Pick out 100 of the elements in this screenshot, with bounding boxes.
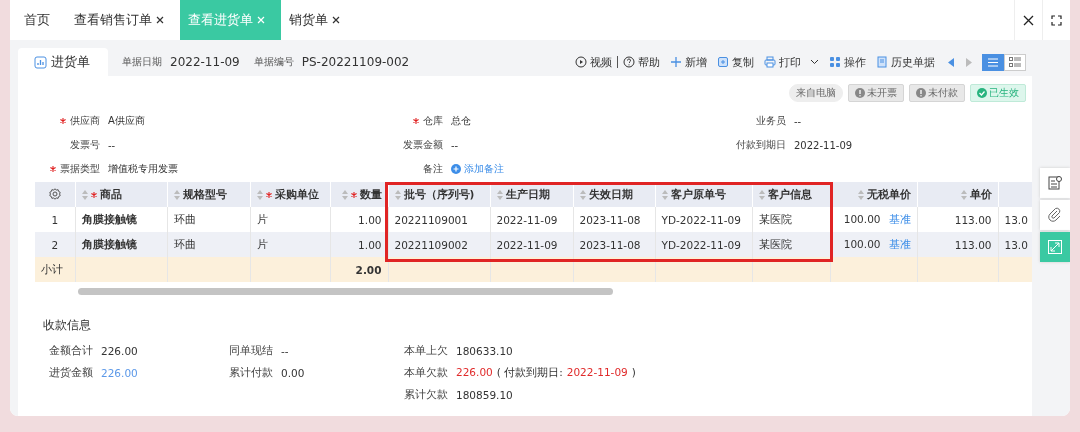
document-title: 进货单 <box>51 53 90 71</box>
alert-icon <box>855 88 865 98</box>
field-value: 总仓 <box>451 114 471 128</box>
field-value: 增值税专用发票 <box>108 162 178 176</box>
sort-icon[interactable] <box>857 189 864 200</box>
field-label: 付款到期日 <box>736 138 786 152</box>
field-label: 票据类型 <box>60 162 100 176</box>
detail-view-button[interactable] <box>1004 53 1026 71</box>
field-value: -- <box>108 139 116 151</box>
close-icon[interactable] <box>332 16 340 24</box>
field-label: 累计欠款 <box>403 387 448 402</box>
subtotal-quantity: 2.00 <box>330 257 388 282</box>
toolbar-button[interactable]: 视频 <box>570 54 617 70</box>
sort-icon[interactable] <box>960 189 967 200</box>
field-label: 备注 <box>423 162 443 176</box>
field-value: 2022-11-09 <box>566 365 628 380</box>
field-value: -- <box>281 344 289 357</box>
sort-icon[interactable] <box>758 189 765 200</box>
note-button[interactable] <box>1040 168 1070 198</box>
sort-icon[interactable] <box>256 189 263 200</box>
settings-icon[interactable] <box>48 187 61 200</box>
caret-icon[interactable] <box>810 59 819 65</box>
field-value: 2022-11-09 <box>794 139 853 151</box>
check-icon <box>977 88 987 98</box>
copy-icon <box>717 56 729 68</box>
field-label: 本单欠款 <box>403 365 448 380</box>
field-value: ) <box>631 365 636 380</box>
field-label: 业务员 <box>756 114 786 128</box>
sort-icon[interactable] <box>579 189 586 200</box>
list-view-button[interactable] <box>982 53 1004 71</box>
section-title: 收款信息 <box>42 317 92 334</box>
document-tab[interactable]: 进货单 <box>18 48 108 76</box>
toolbar-button[interactable]: 打印 <box>759 54 824 70</box>
paperclip-icon <box>1047 207 1063 223</box>
status-badge: 未付款 <box>909 84 965 102</box>
field-value: A供应商 <box>108 114 145 128</box>
field-value: -- <box>794 115 802 127</box>
field-value: 226.00 <box>456 365 493 380</box>
field-label: 发票金额 <box>403 138 443 152</box>
field-label: 累计付款 <box>228 365 273 380</box>
field-value: 2022-11-09 <box>170 55 240 69</box>
detail-list-icon <box>1009 57 1021 67</box>
tab[interactable]: 查看销售订单 <box>66 0 180 40</box>
tab[interactable]: 销货单 <box>281 0 356 40</box>
column-header[interactable]: 单价 <box>969 187 992 202</box>
field-label: 单据编号 <box>253 55 294 69</box>
help-icon <box>623 56 635 68</box>
sort-icon[interactable] <box>81 189 88 200</box>
field-value: 180859.10 <box>456 388 513 401</box>
field-value: -- <box>451 139 459 151</box>
printer-icon <box>764 56 776 68</box>
field-value: 180633.10 <box>456 344 513 357</box>
field-label: 仓库 <box>423 114 443 128</box>
field-label: 本单上欠 <box>403 343 448 358</box>
sort-icon[interactable] <box>496 189 503 200</box>
field-label: 金额合计 <box>48 343 93 358</box>
toolbar-button[interactable]: 历史单据 <box>871 54 940 70</box>
plus-icon <box>451 164 461 174</box>
field-label: 进货金额 <box>48 365 93 380</box>
status-badge: 未开票 <box>848 84 904 102</box>
sort-icon[interactable] <box>341 189 348 200</box>
field-value: PS-20221109-002 <box>301 55 410 69</box>
field-value: 226.00 <box>101 344 138 357</box>
add-note-link[interactable]: 添加备注 <box>451 162 504 176</box>
attachment-button[interactable] <box>1040 200 1070 230</box>
next-icon[interactable] <box>966 57 972 67</box>
chart-icon <box>34 55 47 69</box>
base-price-link[interactable]: 基准 <box>888 212 911 225</box>
toolbar-button[interactable]: 复制 <box>712 54 759 70</box>
column-header[interactable]: 商品 <box>99 187 122 202</box>
expand-icon <box>1047 239 1063 255</box>
play-icon <box>575 56 587 68</box>
note-icon <box>1047 175 1063 191</box>
plus-icon <box>670 56 682 68</box>
subtotal-label: 小计 <box>35 257 75 282</box>
field-label: 供应商 <box>70 114 100 128</box>
toolbar-button[interactable]: 帮助 <box>618 54 665 70</box>
sort-icon[interactable] <box>394 189 401 200</box>
close-icon[interactable] <box>156 16 164 24</box>
close-icon[interactable] <box>1023 14 1034 26</box>
fullscreen-icon[interactable] <box>1051 14 1062 26</box>
list-icon <box>988 57 998 67</box>
document-icon <box>876 56 888 68</box>
status-badge: 来自电脑 <box>789 84 843 102</box>
field-label: 发票号 <box>70 138 100 152</box>
previous-icon[interactable] <box>948 57 954 67</box>
sort-icon[interactable] <box>173 189 180 200</box>
field-label: 单据日期 <box>122 55 162 69</box>
alert-icon <box>916 88 926 98</box>
toolbar-button[interactable]: 新增 <box>665 54 712 70</box>
field-label: 同单现结 <box>228 343 273 358</box>
field-value: 0.00 <box>281 366 305 379</box>
field-value: ( 付款到期日: <box>496 365 563 380</box>
status-badge: 已生效 <box>970 84 1026 102</box>
scrollbar[interactable] <box>78 288 613 295</box>
sort-icon[interactable] <box>661 189 668 200</box>
field-value: 226.00 <box>101 366 138 379</box>
toolbar-button[interactable]: 操作 <box>824 54 871 70</box>
tab[interactable]: 首页 <box>16 0 66 40</box>
grid-icon <box>829 56 841 68</box>
